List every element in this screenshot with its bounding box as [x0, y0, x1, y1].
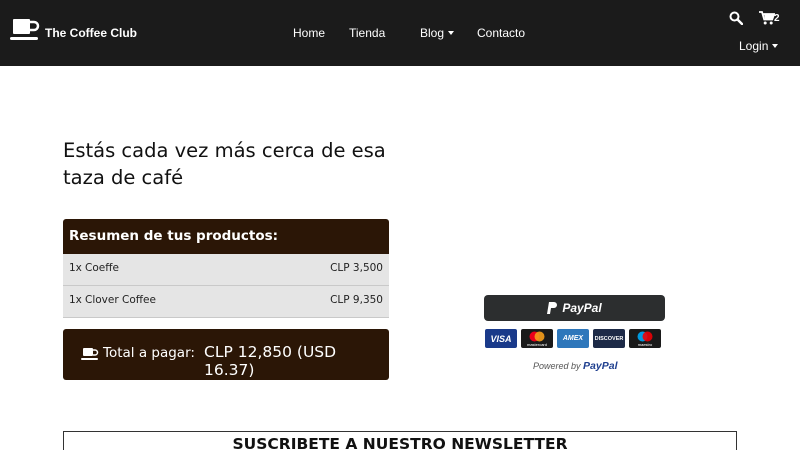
newsletter-section: SUSCRIBETE A NUESTRO NEWSLETTER [63, 431, 737, 450]
nav-blog-dropdown[interactable]: Blog [420, 26, 455, 40]
chevron-down-icon [448, 31, 455, 35]
powered-by-text: Powered by [533, 361, 581, 371]
nav-blog-label: Blog [420, 26, 445, 40]
order-summary: Resumen de tus productos: 1x Coeffe CLP … [63, 219, 389, 318]
powered-by-brand: PayPal [583, 360, 618, 372]
coffee-cup-icon [10, 19, 40, 40]
item-name: Coeffe [85, 262, 119, 274]
list-item: 1x Coeffe CLP 3,500 [63, 254, 389, 286]
mastercard-circles [529, 331, 545, 342]
item-qty: 1x [69, 294, 82, 306]
mastercard-label: mastercard [526, 342, 547, 347]
list-item: 1x Clover Coffee CLP 9,350 [63, 286, 389, 318]
maestro-icon: maestro [629, 329, 661, 348]
cart-count-badge: 2 [774, 13, 780, 24]
coffee-cup-icon [81, 348, 99, 360]
card-logos: VISA mastercard AMEX DISCOVER maestro [485, 329, 665, 348]
mastercard-icon: mastercard [521, 329, 553, 348]
search-icon[interactable] [729, 11, 743, 25]
paypal-button[interactable]: PayPal [484, 295, 665, 321]
paypal-button-label: PayPal [562, 301, 602, 315]
item-price: CLP 9,350 [330, 294, 383, 306]
nav-login-label: Login [739, 39, 769, 53]
chevron-down-icon [772, 44, 779, 48]
item-price: CLP 3,500 [330, 262, 383, 274]
discover-icon: DISCOVER [593, 329, 625, 348]
total-label: Total a pagar: [103, 345, 195, 361]
item-qty: 1x [69, 262, 82, 274]
maestro-circles [637, 331, 653, 342]
item-name: Clover Coffee [85, 294, 156, 306]
visa-label: VISA [490, 333, 512, 344]
nav-login-dropdown[interactable]: Login [739, 39, 779, 53]
discover-label: DISCOVER [594, 335, 624, 342]
cart-icon[interactable] [759, 11, 775, 25]
navbar: The Coffee Club Home Tienda Blog Contact… [0, 0, 800, 66]
nav-home[interactable]: Home [293, 26, 325, 40]
brand-link[interactable]: The Coffee Club [10, 18, 137, 42]
maestro-label: maestro [637, 342, 653, 347]
amex-label: AMEX [562, 335, 584, 342]
powered-by-paypal: Powered by PayPal [533, 360, 618, 372]
amex-icon: AMEX [557, 329, 589, 348]
nav-contacto[interactable]: Contacto [477, 26, 525, 40]
visa-icon: VISA [485, 329, 517, 348]
total-value: CLP 12,850 (USD 16.37) [204, 343, 337, 379]
brand-name: The Coffee Club [45, 26, 137, 40]
newsletter-title: SUSCRIBETE A NUESTRO NEWSLETTER [232, 435, 568, 450]
order-summary-title: Resumen de tus productos: [63, 219, 389, 254]
nav-tienda[interactable]: Tienda [349, 26, 385, 40]
page-headline: Estás cada vez más cerca de esa taza de … [63, 139, 386, 189]
order-total: Total a pagar: CLP 12,850 (USD 16.37) [63, 329, 389, 380]
paypal-icon [547, 302, 558, 314]
